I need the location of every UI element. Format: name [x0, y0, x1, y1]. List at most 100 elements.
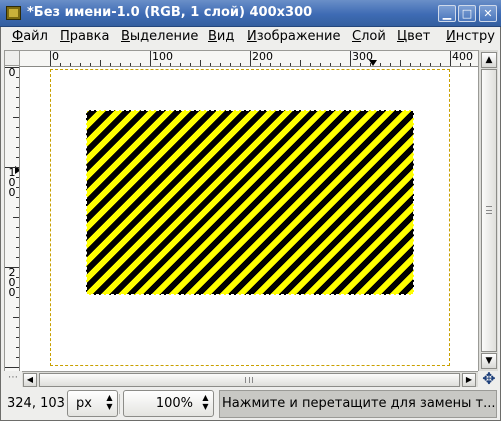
scroll-up-button[interactable]: ▲: [481, 52, 497, 68]
menu-file[interactable]: Файл: [12, 29, 48, 44]
ruler-tick: [260, 63, 261, 66]
horizontal-scroll-thumb[interactable]: [39, 373, 460, 387]
arrow-up-icon: ▲: [485, 55, 493, 65]
unit-value: px: [76, 396, 92, 411]
grip-icon: [486, 206, 492, 214]
unit-select[interactable]: px ▲ ▼: [67, 390, 118, 417]
ruler-tick: [230, 63, 231, 66]
ruler-tick: [16, 107, 19, 108]
ruler-tick: [16, 77, 19, 78]
window-titlebar[interactable]: *Без имени-1.0 (RGB, 1 слой) 400x300 ▁ □…: [0, 0, 501, 27]
spin-arrows-icon: ▲ ▼: [106, 393, 113, 411]
ruler-tick: [16, 237, 19, 238]
spin-arrows-icon: ▲ ▼: [202, 393, 209, 411]
ruler-tick: [16, 197, 19, 198]
ruler-tick: [16, 327, 19, 328]
close-button[interactable]: ✕: [479, 5, 497, 22]
zoom-select[interactable]: 100% ▲ ▼: [123, 390, 214, 417]
ruler-tick: [160, 63, 161, 66]
striped-selection[interactable]: [86, 110, 414, 295]
minimize-icon: ▁: [442, 7, 452, 20]
status-message: Нажмите и перетащите для замены т...: [219, 390, 497, 418]
menu-bar: Файл Правка Выделение Вид Изображение Сл…: [0, 27, 501, 48]
ruler-tick: [16, 177, 19, 178]
scroll-down-button[interactable]: ▼: [481, 353, 497, 369]
ruler-tick: [16, 147, 19, 148]
vertical-scroll-thumb[interactable]: [481, 69, 497, 352]
vertical-scrollbar[interactable]: ▲ ▼: [478, 50, 498, 371]
ruler-tick: [16, 247, 19, 248]
ruler-tick: [16, 307, 19, 308]
ruler-tick: [120, 63, 121, 66]
ruler-tick: [16, 297, 19, 298]
menu-view[interactable]: Вид: [208, 29, 234, 44]
ruler-tick: [13, 217, 19, 218]
ruler-tick: [100, 60, 101, 66]
navigate-icon[interactable]: ✥: [480, 370, 498, 388]
ruler-tick: [470, 63, 471, 66]
quickmask-icon: ⋯: [8, 372, 18, 383]
ruler-label: 200: [8, 266, 16, 299]
ruler-tick: [16, 257, 19, 258]
ruler-tick: [16, 157, 19, 158]
ruler-tick: [5, 267, 19, 268]
ruler-tick: [250, 51, 251, 66]
ruler-tick: [310, 63, 311, 66]
ruler-tick: [420, 63, 421, 66]
status-bar: 324, 103 px ▲ ▼ 100% ▲ ▼ Нажмите и перетащ…: [0, 388, 501, 421]
ruler-tick: [13, 117, 19, 118]
vertical-ruler[interactable]: 0 100 200: [4, 66, 20, 371]
grip-icon: [245, 377, 253, 383]
quickmask-toggle[interactable]: ⋯: [4, 371, 22, 385]
ruler-tick: [300, 60, 301, 66]
menu-select[interactable]: Выделение: [121, 29, 198, 44]
ruler-tick: [440, 63, 441, 66]
scroll-left-button[interactable]: ◀: [23, 373, 37, 387]
ruler-tick: [410, 63, 411, 66]
ruler-tick: [150, 51, 151, 66]
menu-edit[interactable]: Правка: [60, 29, 109, 44]
ruler-tick: [90, 63, 91, 66]
ruler-tick: [180, 63, 181, 66]
ruler-label: 0: [52, 50, 59, 63]
ruler-tick: [200, 60, 201, 66]
menu-layer[interactable]: Слой: [352, 29, 386, 44]
ruler-tick: [350, 51, 351, 66]
ruler-tick: [16, 127, 19, 128]
close-icon: ✕: [483, 7, 493, 20]
ruler-tick: [110, 63, 111, 66]
ruler-tick: [460, 63, 461, 66]
ruler-corner: [4, 50, 20, 66]
horizontal-scrollbar[interactable]: ◀ ▶: [22, 371, 478, 387]
ruler-tick: [16, 87, 19, 88]
ruler-tick: [340, 63, 341, 66]
ruler-tick: [270, 63, 271, 66]
pointer-coordinates: 324, 103: [7, 396, 65, 411]
ruler-tick: [16, 357, 19, 358]
separator: [119, 394, 120, 414]
ruler-tick: [16, 187, 19, 188]
ruler-tick: [290, 63, 291, 66]
ruler-tick: [5, 167, 19, 168]
horizontal-ruler[interactable]: 0 100 200 300 400: [20, 50, 478, 67]
minimize-button[interactable]: ▁: [438, 5, 456, 22]
scroll-right-button[interactable]: ▶: [462, 373, 476, 387]
ruler-tick: [16, 347, 19, 348]
ruler-tick: [390, 63, 391, 66]
ruler-label: 200: [252, 50, 273, 63]
ruler-tick: [360, 63, 361, 66]
ruler-tick: [190, 63, 191, 66]
ruler-tick: [330, 63, 331, 66]
image-canvas[interactable]: [20, 67, 478, 371]
ruler-tick: [16, 337, 19, 338]
maximize-button[interactable]: □: [458, 5, 476, 22]
ruler-tick: [5, 67, 19, 68]
ruler-tick: [450, 51, 451, 66]
menu-image[interactable]: Изображение: [247, 29, 341, 44]
menu-colors[interactable]: Цвет: [397, 29, 430, 44]
menu-tools[interactable]: Инстру: [446, 29, 495, 44]
ruler-tick: [80, 63, 81, 66]
window-title: *Без имени-1.0 (RGB, 1 слой) 400x300: [27, 5, 313, 20]
ruler-tick: [320, 63, 321, 66]
maximize-icon: □: [461, 7, 473, 20]
